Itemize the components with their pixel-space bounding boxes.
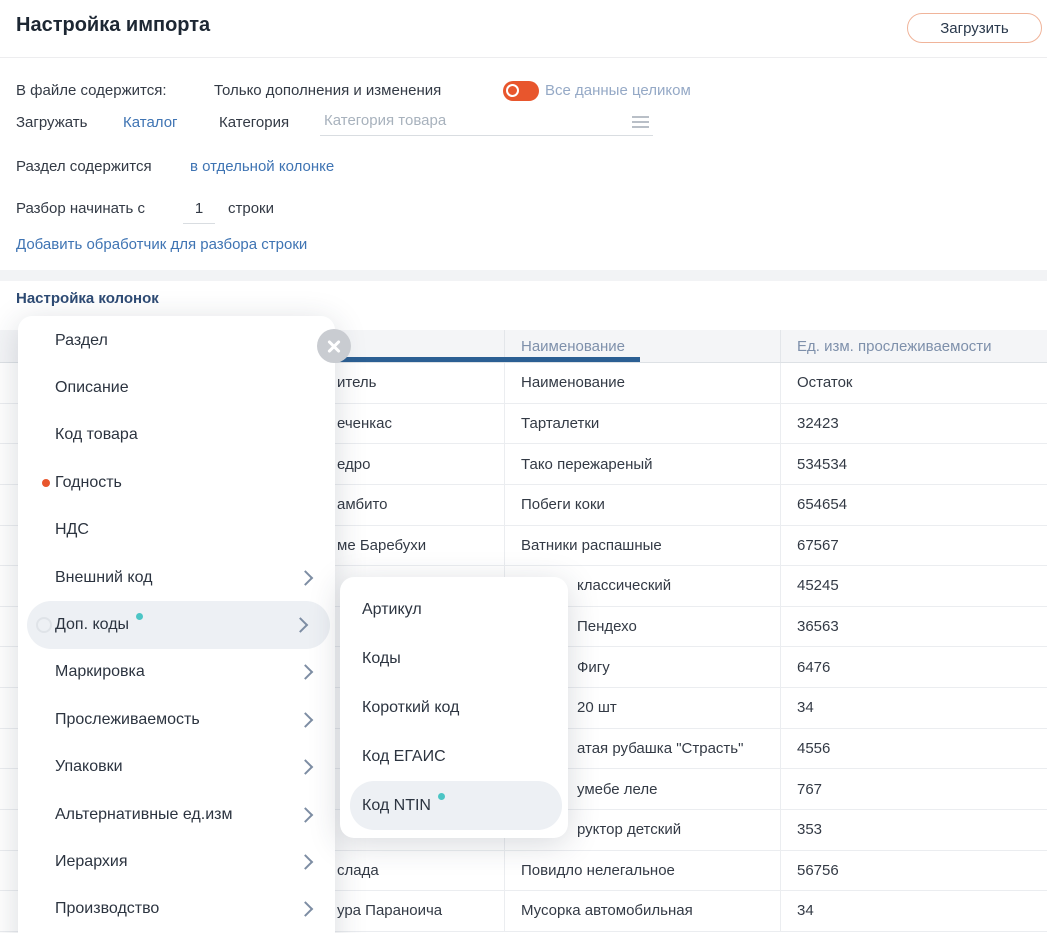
cell-c3: Остаток	[780, 363, 1047, 403]
menu-item[interactable]: НДС	[18, 507, 335, 554]
cell-c3: 36563	[780, 607, 1047, 647]
load-target-link[interactable]: Каталог	[123, 114, 178, 132]
parse-start-row-input[interactable]	[183, 194, 215, 224]
menu-item-label: Артикул	[362, 601, 422, 619]
menu-item-label: Доп. коды	[55, 616, 129, 634]
close-menu-button[interactable]	[317, 329, 351, 363]
menu-item[interactable]: Годность	[18, 459, 335, 506]
menu-item-label: Упаковки	[55, 758, 123, 776]
section-mode-link[interactable]: в отдельной колонке	[190, 158, 334, 176]
menu-item[interactable]: Внешний код	[18, 554, 335, 601]
menu-item-label: Прослеживаемость	[55, 711, 200, 729]
submenu-item[interactable]: Артикул	[340, 585, 568, 634]
teal-dot-icon	[136, 613, 143, 620]
cell-c3: 654654	[780, 485, 1047, 525]
menu-item[interactable]: Код товара	[18, 412, 335, 459]
cell-c2: Тарталетки	[504, 404, 780, 444]
cell-c3: 353	[780, 810, 1047, 850]
cell-c3: 32423	[780, 404, 1047, 444]
chevron-right-icon	[298, 570, 314, 586]
submenu-item[interactable]: Коды	[340, 634, 568, 683]
menu-item[interactable]: Раздел	[18, 317, 335, 364]
option-all-data-label[interactable]: Все данные целиком	[545, 82, 691, 100]
chevron-right-icon	[298, 712, 314, 728]
menu-item-label: Годность	[55, 474, 122, 492]
menu-item-label: Короткий код	[362, 699, 459, 717]
menu-item-label: Код товара	[55, 426, 138, 444]
menu-item[interactable]: Производство	[18, 886, 335, 933]
chevron-right-icon	[298, 807, 314, 823]
header-divider	[0, 57, 1047, 58]
cell-c2: Повидло нелегальное	[504, 851, 780, 891]
cell-c3: 56756	[780, 851, 1047, 891]
menu-item-label: Раздел	[55, 332, 108, 350]
cell-c2: Наименование	[504, 363, 780, 403]
add-handler-link[interactable]: Добавить обработчик для разбора строки	[16, 236, 307, 254]
cell-c3: 34	[780, 688, 1047, 728]
chevron-right-icon	[298, 665, 314, 681]
parse-start-suffix: строки	[228, 200, 274, 218]
cell-c2: Побеги коки	[504, 485, 780, 525]
select-lines-icon[interactable]	[632, 116, 649, 118]
menu-item[interactable]: Альтернативные ед.изм	[18, 791, 335, 838]
menu-item-label: Внешний код	[55, 569, 152, 587]
file-contains-label: В файле содержится:	[16, 82, 167, 100]
cell-c3: 4556	[780, 729, 1047, 769]
toggle-knob-icon	[506, 84, 519, 97]
option-additions-label[interactable]: Только дополнения и изменения	[214, 82, 441, 100]
cell-c3: 767	[780, 769, 1047, 809]
columns-section-title: Настройка колонок	[16, 290, 159, 307]
menu-item[interactable]: Описание	[18, 364, 335, 411]
menu-item[interactable]: Маркировка	[18, 649, 335, 696]
category-input[interactable]	[320, 105, 653, 136]
cell-c3: 534534	[780, 444, 1047, 484]
chevron-right-icon	[298, 854, 314, 870]
menu-item-label: Описание	[55, 379, 129, 397]
parse-start-label: Разбор начинать с	[16, 200, 145, 218]
cell-c3: 6476	[780, 647, 1047, 687]
menu-item[interactable]: Иерархия	[18, 838, 335, 885]
cell-c3: 45245	[780, 566, 1047, 606]
import-settings-page: Настройка импорта Загрузить В файле соде…	[0, 0, 1047, 933]
menu-item-label: НДС	[55, 521, 89, 539]
chevron-right-icon	[298, 902, 314, 918]
cell-c2: Ватники распашные	[504, 526, 780, 566]
page-title: Настройка импорта	[16, 14, 210, 37]
submenu-item[interactable]: Код ЕГАИС	[340, 732, 568, 781]
menu-item-label: Маркировка	[55, 663, 145, 681]
cell-c3: 34	[780, 891, 1047, 931]
teal-dot-icon	[438, 793, 445, 800]
cell-c2: Мусорка автомобильная	[504, 891, 780, 931]
column-header-unit[interactable]: Ед. изм. прослеживаемости	[780, 330, 1047, 362]
codes-submenu: Артикул Коды Короткий код Код ЕГАИС Код NTIN	[340, 577, 568, 838]
menu-item[interactable]: Доп. коды	[27, 601, 330, 648]
chevron-right-icon	[298, 759, 314, 775]
section-gap	[0, 270, 1047, 281]
menu-item-label: Код NTIN	[362, 797, 431, 815]
menu-item-label: Коды	[362, 650, 401, 668]
menu-item[interactable]: Прослеживаемость	[18, 696, 335, 743]
menu-item-label: Иерархия	[55, 853, 128, 871]
orange-bullet-icon	[42, 479, 50, 487]
cell-c3: 67567	[780, 526, 1047, 566]
chevron-right-icon	[293, 617, 309, 633]
menu-item[interactable]: Упаковки	[18, 744, 335, 791]
upload-button[interactable]: Загрузить	[907, 13, 1042, 43]
radio-circle-icon	[36, 617, 52, 633]
load-label: Загружать	[16, 114, 87, 132]
category-label: Категория	[219, 114, 289, 132]
column-config-menu: Раздел Описание Код товара Годность НДС Внешн…	[18, 316, 335, 933]
menu-item-label: Код ЕГАИС	[362, 748, 446, 766]
menu-item-label: Альтернативные ед.изм	[55, 806, 232, 824]
cell-c2: Тако пережареный	[504, 444, 780, 484]
submenu-item[interactable]: Код NTIN	[350, 781, 562, 830]
data-mode-toggle[interactable]	[503, 81, 539, 101]
section-contains-label: Раздел содержится	[16, 158, 152, 176]
menu-item-label: Производство	[55, 900, 159, 918]
submenu-item[interactable]: Короткий код	[340, 683, 568, 732]
